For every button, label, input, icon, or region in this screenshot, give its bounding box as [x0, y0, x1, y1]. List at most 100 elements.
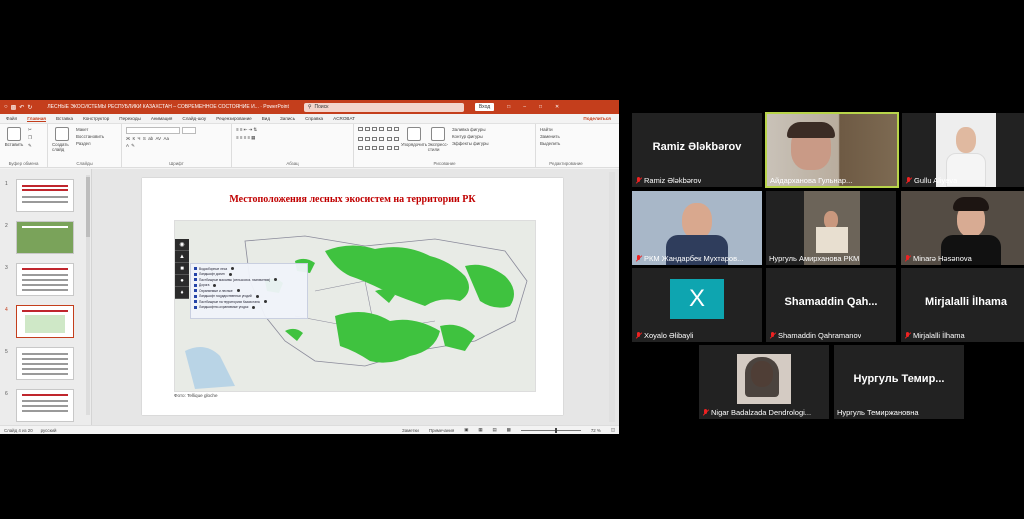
participant-tile[interactable]: Ramiz Əlәkbәrov Ramiz Əlәkbәrov	[632, 113, 762, 187]
shape-fill-button[interactable]: Заливка фигуры	[452, 127, 489, 132]
cut-icon[interactable]: ✂	[28, 127, 32, 133]
clipboard-icon	[7, 127, 21, 141]
zoom-slider[interactable]	[520, 427, 581, 433]
share-button[interactable]: Поделиться	[583, 116, 611, 121]
maximize-icon[interactable]: □	[539, 104, 542, 110]
signin-button[interactable]: Вход	[474, 103, 495, 111]
autosave-icon[interactable]: ○	[4, 104, 8, 110]
shapes-gallery[interactable]	[358, 127, 400, 155]
section-button[interactable]: Раздел	[76, 141, 104, 146]
tab-record[interactable]: Запись	[280, 116, 295, 121]
tab-review[interactable]: Рецензирование	[216, 116, 251, 121]
slide-thumbnail[interactable]	[16, 179, 74, 212]
participant-tile[interactable]: Minarə Həsənova	[901, 191, 1024, 265]
search-input: Поиск	[314, 104, 329, 110]
font-format-buttons[interactable]: Ж К Ч S ab AV Aa	[126, 136, 196, 141]
arrange-icon	[407, 127, 421, 141]
redo-icon[interactable]: ↻	[27, 104, 32, 111]
slide-thumbnail[interactable]	[16, 347, 74, 380]
select-button[interactable]: Выделить	[540, 141, 560, 146]
format-painter-icon[interactable]: ✎	[28, 143, 32, 149]
slide-thumbnails-pane[interactable]: 1 2 3 4 5 6	[0, 169, 92, 425]
tab-file[interactable]: Файл	[6, 116, 17, 121]
align-buttons[interactable]: ≡ ≡ ≡ ≡ ▦	[236, 135, 257, 141]
fit-slide-icon[interactable]: ◫	[611, 427, 615, 433]
new-slide-button[interactable]: Создать слайд	[52, 127, 72, 164]
tab-insert[interactable]: Вставка	[56, 116, 73, 121]
group-font: Ж К Ч S ab AV Aa A ✎ Шрифт	[122, 124, 232, 167]
sorter-view-icon[interactable]: ▦	[478, 427, 482, 433]
ribbon-display-icon[interactable]: □	[507, 104, 510, 110]
thumbnails-scrollbar[interactable]	[86, 175, 90, 415]
tab-home[interactable]: Главная	[27, 116, 46, 122]
tab-acrobat[interactable]: ACROBAT	[333, 116, 355, 121]
copy-icon[interactable]: ❐	[28, 135, 32, 141]
slide-thumbnail-selected[interactable]	[16, 305, 74, 338]
shape-outline-button[interactable]: Контур фигуры	[452, 134, 489, 139]
undo-icon[interactable]: ↶	[19, 104, 24, 111]
participant-tile[interactable]: Нургуль Амирханова РКМ	[766, 191, 896, 265]
slide-thumbnail[interactable]	[16, 221, 74, 254]
map-caption: Фото: Tellique gloche	[174, 393, 218, 398]
normal-view-icon[interactable]: ▣	[464, 427, 468, 433]
tab-view[interactable]: Вид	[262, 116, 270, 121]
map-eye-icon[interactable]: ◉	[175, 239, 189, 251]
font-size-select[interactable]	[182, 127, 196, 134]
search-box[interactable]: ⚲ Поиск	[303, 102, 464, 112]
muted-mic-icon	[905, 177, 912, 184]
close-icon[interactable]: ✕	[555, 104, 559, 110]
current-slide[interactable]: Местоположения лесных экосистем на терри…	[142, 178, 563, 415]
layout-button[interactable]: Макет	[76, 127, 104, 132]
replace-button[interactable]: Заменить	[540, 134, 560, 139]
tab-design[interactable]: Конструктор	[83, 116, 109, 121]
map-info-icon[interactable]: ●	[175, 275, 189, 287]
paste-button[interactable]: Вставить	[4, 127, 24, 164]
tab-animations[interactable]: Анимация	[151, 116, 173, 121]
shared-screen-powerpoint[interactable]: ○ ▩ ↶ ↻ ЛЕСНЫЕ ЭКОСИСТЕМЫ РЕСПУБЛИКИ КАЗ…	[0, 100, 619, 434]
shape-effects-button[interactable]: Эффекты фигуры	[452, 141, 489, 146]
participant-hair	[787, 122, 835, 138]
zoom-level[interactable]: 72 %	[591, 428, 601, 433]
minimize-icon[interactable]: –	[523, 104, 526, 110]
legend-item: Ландшафтно-охраняемые угодья	[194, 305, 304, 311]
muted-mic-icon	[769, 332, 776, 339]
ppt-status-bar: Слайд 4 из 20 русский Заметки Примечания…	[0, 425, 619, 434]
reading-view-icon[interactable]: ▤	[493, 427, 497, 433]
slide-thumbnail[interactable]	[16, 389, 74, 422]
arrange-button[interactable]: Упорядочить	[401, 127, 427, 164]
font-color-button[interactable]: A ✎	[126, 143, 196, 149]
group-slides: Создать слайд Макет Восстановить Раздел …	[48, 124, 122, 167]
comments-button[interactable]: Примечания	[429, 428, 454, 433]
slide-scrollbar[interactable]	[609, 172, 615, 422]
participant-tile-active-speaker[interactable]: Айдарханова Гульнар...	[765, 112, 899, 188]
map-toolbar[interactable]: ◉ ▲ ■ ● ♦	[175, 239, 189, 299]
ppt-title-bar: ○ ▩ ↶ ↻ ЛЕСНЫЕ ЭКОСИСТЕМЫ РЕСПУБЛИКИ КАЗ…	[0, 100, 619, 114]
group-drawing: Упорядочить Экспресс-стили Заливка фигур…	[354, 124, 536, 167]
map-filter-icon[interactable]: ■	[175, 263, 189, 275]
font-family-select[interactable]	[126, 127, 180, 134]
reset-button[interactable]: Восстановить	[76, 134, 104, 139]
find-button[interactable]: Найти	[540, 127, 560, 132]
tab-slideshow[interactable]: Слайд-шоу	[182, 116, 206, 121]
participant-tile[interactable]: Нургуль Темир... Нургуль Темиржановна	[834, 345, 964, 419]
group-editing: Найти Заменить Выделить Редактирование	[540, 127, 583, 166]
list-buttons[interactable]: ≡ ≡ ⇤ ⇥ ⇅	[236, 127, 257, 133]
notes-button[interactable]: Заметки	[402, 428, 419, 433]
quick-styles-button[interactable]: Экспресс-стили	[428, 127, 448, 164]
participant-tile[interactable]: Mirjalalli İlhama Mirjalalli İlhama	[901, 268, 1024, 342]
participant-tile[interactable]: X Xoyalo Əlibayli	[632, 268, 762, 342]
map-fire-icon[interactable]: ♦	[175, 287, 189, 299]
participant-tile[interactable]: Gullu Aliyeva	[902, 113, 1024, 187]
tab-transitions[interactable]: Переходы	[119, 116, 141, 121]
tab-help[interactable]: Справка	[305, 116, 323, 121]
group-paragraph: ≡ ≡ ⇤ ⇥ ⇅ ≡ ≡ ≡ ≡ ▦ Абзац	[232, 124, 354, 167]
save-icon[interactable]: ▩	[11, 104, 17, 111]
slide-thumbnail[interactable]	[16, 263, 74, 296]
participant-tile[interactable]: Nigar Badalzada Dendrologi...	[699, 345, 829, 419]
muted-mic-icon	[702, 409, 709, 416]
participant-tile[interactable]: РКМ Жандарбек Мухтаров...	[632, 191, 762, 265]
slideshow-view-icon[interactable]: ▩	[507, 427, 511, 433]
participant-tile[interactable]: Shamaddin Qah... Shamaddin Qahramanov	[766, 268, 896, 342]
language-indicator[interactable]: русский	[41, 428, 57, 433]
map-layers-icon[interactable]: ▲	[175, 251, 189, 263]
